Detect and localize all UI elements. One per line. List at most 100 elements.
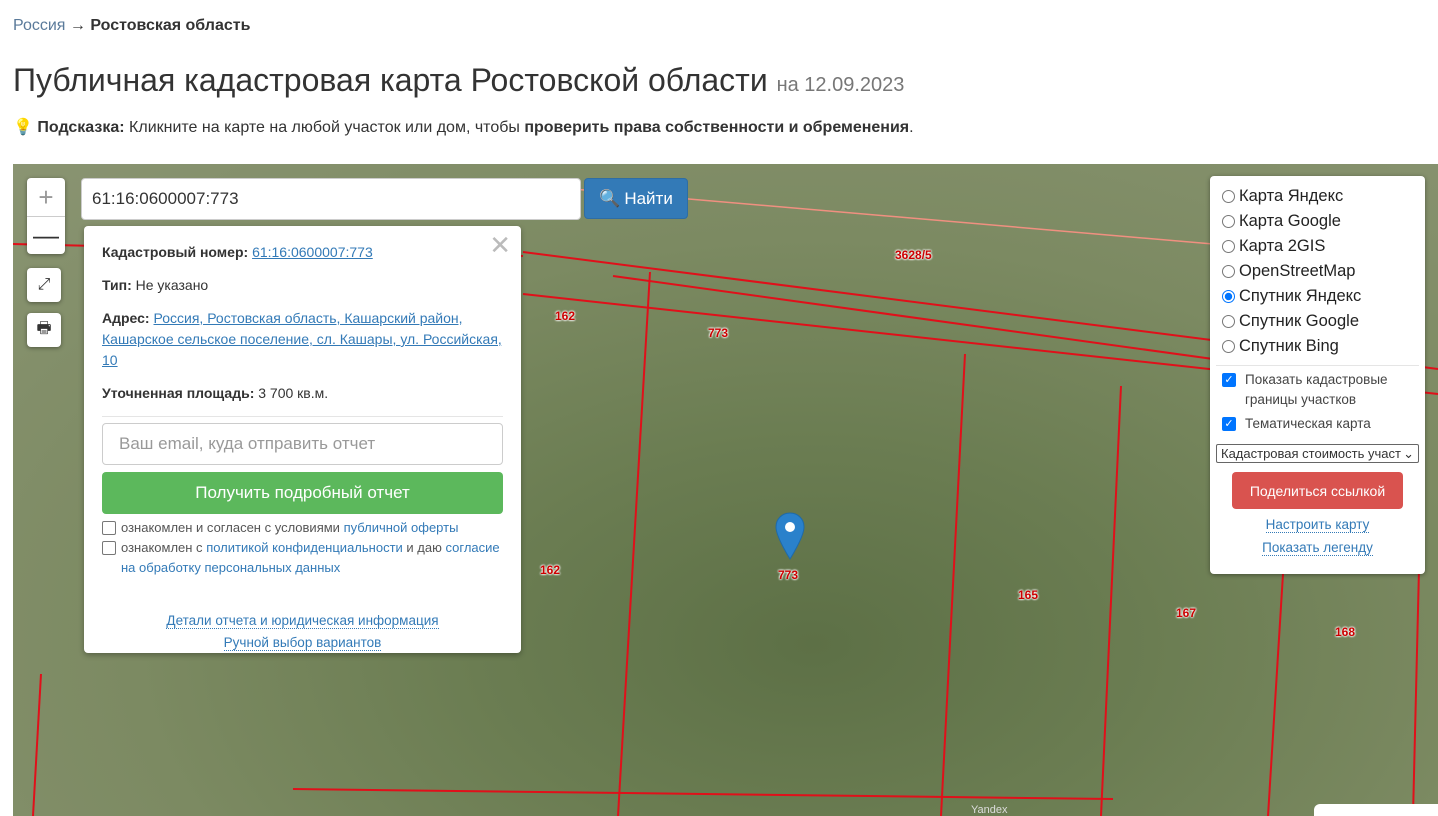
hint: 💡 Подсказка: Кликните на карте на любой … [13,117,914,137]
offer-agreement: ознакомлен и согласен с условиями публич… [102,518,503,538]
find-button[interactable]: 🔍 Найти [584,178,688,219]
address-row: Адрес: Россия, Ростовская область, Кашар… [102,308,503,371]
layer-option-2gis[interactable]: Карта 2GIS [1222,234,1413,259]
layer-option-yandex-satellite[interactable]: Спутник Яндекс [1222,284,1413,309]
layer-label: Спутник Bing [1239,337,1339,355]
privacy-checkbox[interactable] [102,541,116,555]
email-input[interactable]: Ваш email, куда отправить отчет [102,423,503,465]
thematic-option[interactable]: ✓ Тематическая карта [1222,414,1413,434]
layers-panel: Карта Яндекс Карта Google Карта 2GIS Ope… [1210,176,1425,574]
manual-select-link[interactable]: Ручной выбор вариантов [223,635,382,651]
layer-label: Карта Яндекс [1239,187,1344,205]
page-title: Публичная кадастровая карта Ростовской о… [13,62,904,99]
map-marker-icon[interactable] [775,512,805,560]
show-borders-option[interactable]: ✓ Показать кадастровые границы участков [1222,370,1413,410]
parcel-label: 165 [1018,588,1039,602]
hint-end: . [909,119,914,136]
cadastral-search-input[interactable] [81,178,581,220]
parcel-label: 3628/5 [895,248,932,262]
check2-mid: и даю [406,540,442,555]
address-link[interactable]: Россия, Ростовская область, Кашарский ра… [102,310,502,368]
show-borders-label: Показать кадастровые границы участков [1245,372,1388,407]
layer-option-osm[interactable]: OpenStreetMap [1222,259,1413,284]
privacy-agreement: ознакомлен с политикой конфиденциальност… [102,538,503,578]
zoom-control: + — [27,178,65,254]
layer-label: Спутник Яндекс [1239,287,1362,305]
search-icon: 🔍 [599,188,621,208]
cad-label: Кадастровый номер: [102,244,249,260]
show-legend-link[interactable]: Показать легенду [1262,540,1373,556]
configure-map-link[interactable]: Настроить карту [1265,517,1370,533]
layer-option-google-map[interactable]: Карта Google [1222,209,1413,234]
check2-text: ознакомлен с [121,540,203,555]
layer-option-bing-satellite[interactable]: Спутник Bing [1222,334,1413,359]
parcel-label: 167 [1176,606,1197,620]
share-link-button[interactable]: Поделиться ссылкой [1232,472,1403,509]
details-link[interactable]: Детали отчета и юридическая информация [166,613,439,629]
lightbulb-icon: 💡 [13,119,33,136]
radio[interactable] [1222,190,1235,203]
hint-strong: проверить права собственности и обремене… [524,119,910,136]
breadcrumb: Россия → Ростовская область [13,17,250,35]
address-label: Адрес: [102,310,150,326]
layer-label: Карта Google [1239,212,1341,230]
type-value: Не указано [135,277,209,293]
divider [102,416,503,417]
cad-number-link[interactable]: 61:16:0600007:773 [252,244,373,260]
checkbox-checked[interactable]: ✓ [1222,417,1236,431]
expand-icon: ⤢ [37,276,51,293]
area-row: Уточненная площадь: 3 700 кв.м. [102,383,503,404]
parcel-label: 162 [540,563,561,577]
cad-number-row: Кадастровый номер: 61:16:0600007:773 [102,242,503,263]
layer-option-google-satellite[interactable]: Спутник Google [1222,309,1413,334]
hint-text: Кликните на карте на любой участок или д… [129,119,520,136]
offer-checkbox[interactable] [102,521,116,535]
hint-label: Подсказка: [37,119,125,136]
checkbox-checked[interactable]: ✓ [1222,373,1236,387]
title-text: Публичная кадастровая карта Ростовской о… [13,62,768,98]
radio[interactable] [1222,215,1235,228]
title-date: на 12.09.2023 [776,74,905,96]
select-value: Кадастровая стоимость участков [1221,446,1401,461]
find-label: Найти [624,188,673,208]
check1-text: ознакомлен и согласен с условиями [121,520,340,535]
print-button[interactable]: 🖶 [27,313,61,347]
map[interactable]: 3628/5 162 773 162 773 165 167 168 Yande… [13,164,1438,816]
radio[interactable] [1222,240,1235,253]
fullscreen-button[interactable]: ⤢ [27,268,61,302]
parcel-label: 168 [1335,625,1356,639]
radio[interactable] [1222,315,1235,328]
get-report-button[interactable]: Получить подробный отчет [102,472,503,514]
privacy-link[interactable]: политикой конфиденциальности [206,540,403,555]
radio[interactable] [1222,265,1235,278]
close-icon[interactable]: ✕ [489,230,511,261]
layer-label: OpenStreetMap [1239,262,1356,280]
zoom-in-button[interactable]: + [27,178,65,216]
layer-label: Спутник Google [1239,312,1359,330]
breadcrumb-current: Ростовская область [90,17,251,34]
parcel-popup: ✕ Кадастровый номер: 61:16:0600007:773 Т… [84,226,521,653]
type-row: Тип: Не указано [102,275,503,296]
thematic-label: Тематическая карта [1245,416,1371,431]
radio[interactable] [1222,340,1235,353]
chevron-down-icon: ⌄ [1403,445,1414,461]
divider [1216,365,1419,366]
type-label: Тип: [102,277,132,293]
area-value: 3 700 кв.м. [258,385,329,401]
yandex-watermark: Yandex [971,804,1008,816]
map-attribution [1314,804,1438,816]
parcel-label: 773 [708,326,729,340]
layer-label: Карта 2GIS [1239,237,1326,255]
parcel-label: 773 [778,568,799,582]
parcel-label: 162 [555,309,576,323]
breadcrumb-russia[interactable]: Россия [13,17,65,34]
radio-selected[interactable] [1222,290,1235,303]
offer-link[interactable]: публичной оферты [344,520,459,535]
zoom-out-button[interactable]: — [27,216,65,254]
popup-links: Детали отчета и юридическая информация Ру… [102,610,503,654]
breadcrumb-arrow: → [69,17,86,34]
layer-option-yandex-map[interactable]: Карта Яндекс [1222,184,1413,209]
print-icon: 🖶 [36,319,52,337]
area-label: Уточненная площадь: [102,385,255,401]
thematic-select[interactable]: Кадастровая стоимость участков ⌄ [1216,444,1419,463]
